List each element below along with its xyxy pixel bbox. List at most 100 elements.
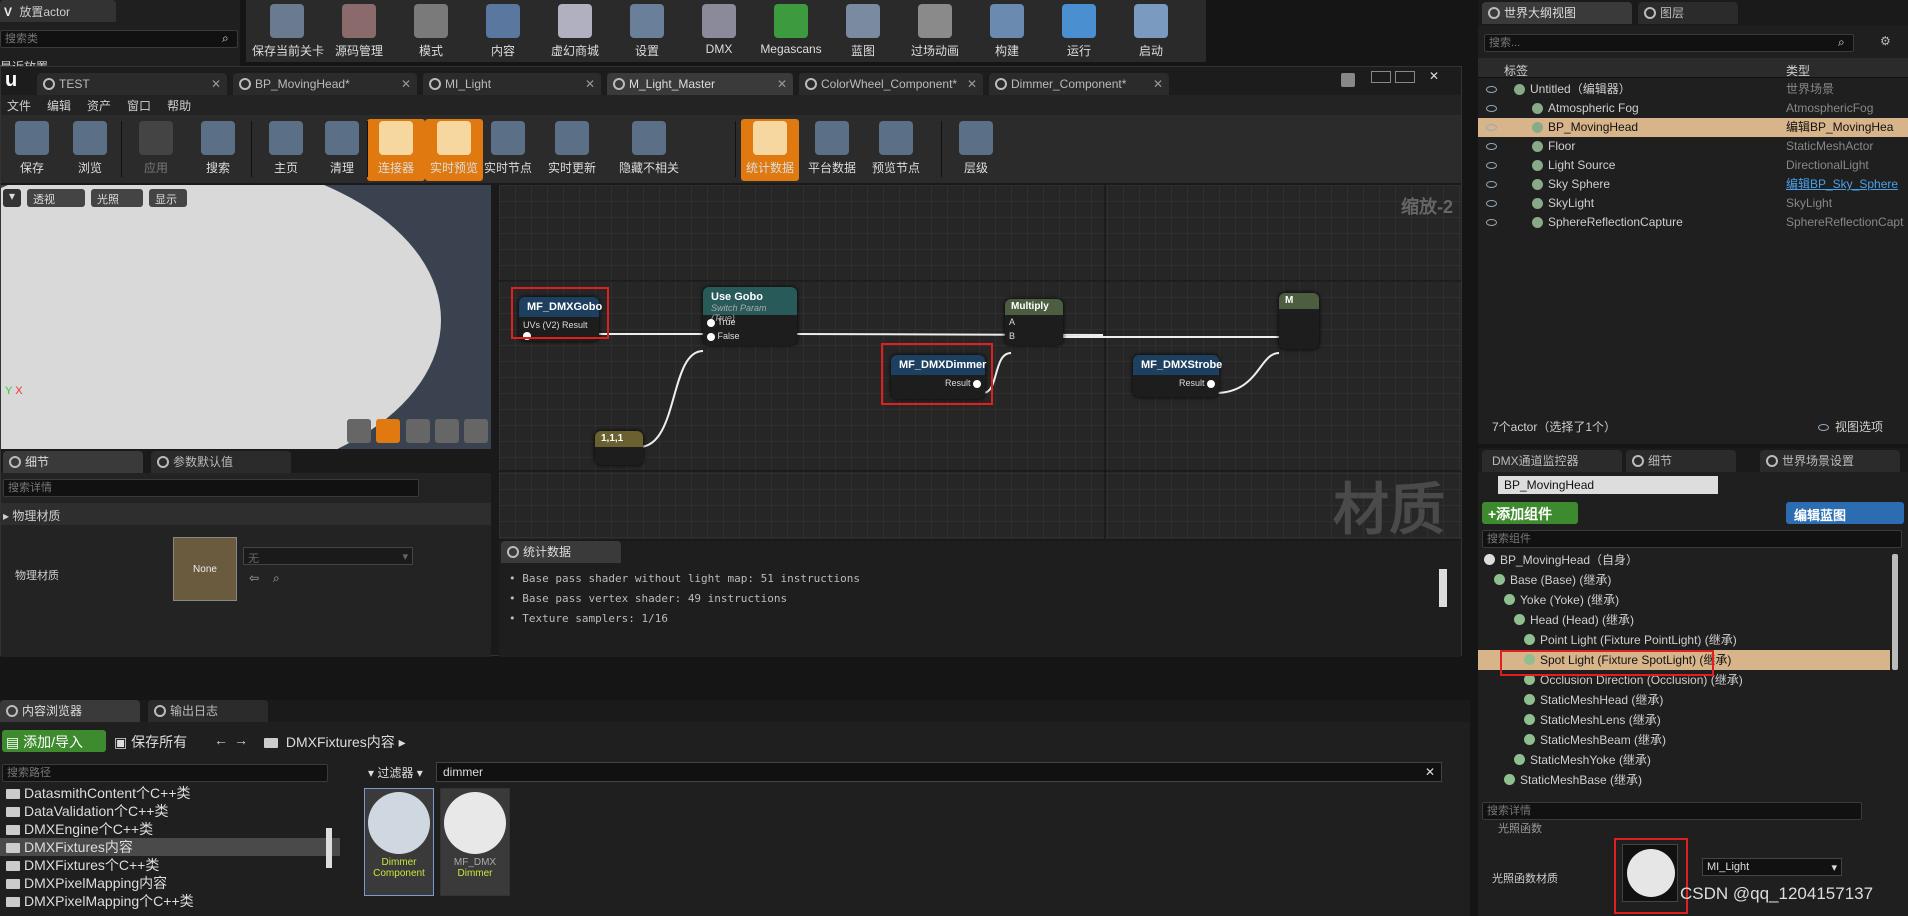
col-label[interactable]: 标签 xyxy=(1504,62,1528,79)
outliner-row[interactable]: SphereReflectionCapture SphereReflectionC… xyxy=(1478,213,1908,232)
window-close-button[interactable]: ✕ xyxy=(1419,69,1449,83)
save-all-button[interactable]: ▣ 保存所有 xyxy=(114,732,187,752)
folder-item[interactable]: DMXEngine个C++类 xyxy=(0,820,340,838)
visibility-eye-icon[interactable] xyxy=(1486,86,1497,93)
node-mf-dmxstrobe[interactable]: MF_DMXStrobe Result xyxy=(1133,355,1222,397)
tab-layers[interactable]: 图层 xyxy=(1638,2,1738,24)
lit-button[interactable]: 光照 xyxy=(91,189,143,207)
perspective-button[interactable]: 透视 xyxy=(27,189,85,207)
component-row[interactable]: Point Light (Fixture PointLight) (继承) xyxy=(1478,630,1890,650)
material-tool-button[interactable]: 层级 xyxy=(947,119,1005,181)
tab-details[interactable]: 细节 xyxy=(1626,450,1736,472)
material-tool-button[interactable]: 保存 xyxy=(3,119,61,181)
editor-tab[interactable]: M_Light_Master ✕ xyxy=(607,73,793,95)
component-row[interactable]: Head (Head) (继承) xyxy=(1478,610,1890,630)
outliner-row[interactable]: Untitled（编辑器） 世界场景 xyxy=(1478,80,1908,99)
visibility-eye-icon[interactable] xyxy=(1486,105,1497,112)
mesh-icon[interactable] xyxy=(464,419,489,443)
component-row[interactable]: StaticMeshHead (继承) xyxy=(1478,690,1890,710)
content-button[interactable]: 内容 xyxy=(468,2,538,58)
filter-button[interactable]: ▾ 过滤器 ▾ xyxy=(368,764,423,781)
search-icon[interactable]: ⌕ xyxy=(1838,35,1845,50)
editor-tab[interactable]: ColorWheel_Component* ✕ xyxy=(799,73,983,95)
material-tool-button[interactable]: 浏览 xyxy=(61,119,119,181)
viewport-options-button[interactable]: ▾ xyxy=(3,189,21,207)
node-constant-1-1-1[interactable]: 1,1,1 xyxy=(595,431,643,465)
components-search[interactable]: 搜索组件 xyxy=(1482,530,1902,548)
source-control-button[interactable]: 源码管理 xyxy=(324,2,394,58)
marketplace-button[interactable]: 虚幻商城 xyxy=(540,2,610,58)
forward-button[interactable]: → xyxy=(234,732,248,748)
search-icon[interactable]: ⌕ xyxy=(273,571,280,586)
outliner-row[interactable]: Floor StaticMeshActor xyxy=(1478,137,1908,156)
settings-button[interactable]: 设置 xyxy=(612,2,682,58)
close-icon[interactable]: ✕ xyxy=(777,73,787,95)
menu-item[interactable]: 资产 xyxy=(87,99,111,113)
editor-tab[interactable]: MI_Light ✕ xyxy=(423,73,601,95)
visibility-eye-icon[interactable] xyxy=(1486,200,1497,207)
material-tool-button[interactable]: 主页 xyxy=(257,119,315,181)
visibility-eye-icon[interactable] xyxy=(1486,143,1497,150)
asset-tile[interactable]: Dimmer Component xyxy=(364,788,434,896)
node-multiply[interactable]: Multiply A B xyxy=(1005,299,1063,345)
outliner-row[interactable]: Light Source DirectionalLight xyxy=(1478,156,1908,175)
material-tool-button[interactable]: 搜索 xyxy=(189,119,247,181)
plane-icon[interactable] xyxy=(405,419,430,443)
view-options-button[interactable]: 视图选项 xyxy=(1818,418,1883,435)
tab-dmx-monitor[interactable]: DMX通道监控器 xyxy=(1482,450,1622,472)
folder-item[interactable]: DataValidation个C++类 xyxy=(0,802,340,820)
asset-tile[interactable]: MF_DMX Dimmer xyxy=(440,788,510,896)
blueprints-button[interactable]: 蓝图 xyxy=(828,2,898,58)
edit-blueprint-button[interactable]: 编辑蓝图 xyxy=(1786,502,1904,524)
tab-content-browser[interactable]: 内容浏览器 xyxy=(0,700,140,722)
menu-item[interactable]: 文件 xyxy=(7,99,31,113)
component-row[interactable]: StaticMeshBase (继承) xyxy=(1478,770,1890,790)
tab-param-defaults[interactable]: 参数默认值 xyxy=(151,451,291,473)
cinematics-button[interactable]: 过场动画 xyxy=(900,2,970,58)
component-row[interactable]: Base (Base) (继承) xyxy=(1478,570,1890,590)
col-type[interactable]: 类型 xyxy=(1786,62,1810,79)
components-scrollbar[interactable] xyxy=(1892,554,1898,670)
clear-search-icon[interactable]: ✕ xyxy=(1425,765,1435,779)
editor-tab[interactable]: Dimmer_Component* ✕ xyxy=(989,73,1169,95)
visibility-eye-icon[interactable] xyxy=(1486,181,1497,188)
close-icon[interactable]: ✕ xyxy=(585,73,595,95)
back-button[interactable]: ← xyxy=(214,732,228,748)
launch-button[interactable]: 启动 xyxy=(1116,2,1186,58)
outliner-row[interactable]: Atmospheric Fog AtmosphericFog xyxy=(1478,99,1908,118)
menu-item[interactable]: 窗口 xyxy=(127,99,151,113)
folder-item[interactable]: DMXPixelMapping个C++类 xyxy=(0,892,340,910)
cylinder-icon[interactable] xyxy=(347,419,371,443)
material-tool-button[interactable]: 实时预览 xyxy=(425,119,483,181)
visibility-eye-icon[interactable] xyxy=(1486,162,1497,169)
add-component-button[interactable]: +添加组件 xyxy=(1482,502,1578,524)
component-row[interactable]: StaticMeshBeam (继承) xyxy=(1478,730,1890,750)
close-icon[interactable]: ✕ xyxy=(401,73,411,95)
output-pin[interactable] xyxy=(1207,379,1215,388)
details-search[interactable]: 搜索详情 xyxy=(3,479,419,497)
stats-scrollbar[interactable] xyxy=(1439,569,1447,607)
editor-tab[interactable]: BP_MovingHead* ✕ xyxy=(233,73,417,95)
breadcrumb[interactable]: DMXFixtures内容 ▸ xyxy=(264,732,406,752)
show-button[interactable]: 显示 xyxy=(149,189,187,207)
folder-item[interactable]: DMXFixtures个C++类 xyxy=(0,856,340,874)
visibility-eye-icon[interactable] xyxy=(1486,219,1497,226)
dmx-button[interactable]: DMX xyxy=(684,2,754,58)
menu-item[interactable]: 编辑 xyxy=(47,99,71,113)
physmat-dropdown[interactable]: 无 ▾ xyxy=(243,547,413,565)
tab-world-outliner[interactable]: 世界大纲视图 xyxy=(1482,2,1632,24)
outliner-row[interactable]: Sky Sphere 编辑BP_Sky_Sphere xyxy=(1478,175,1908,194)
material-tool-button[interactable]: 实时更新 xyxy=(543,119,601,181)
details-search[interactable]: 搜索详情 xyxy=(1482,802,1862,820)
light-function-dropdown[interactable]: MI_Light ▾ xyxy=(1702,858,1842,876)
component-row[interactable]: BP_MovingHead（自身） xyxy=(1478,550,1890,570)
outliner-type[interactable]: 编辑BP_MovingHea xyxy=(1786,118,1908,137)
outliner-row[interactable]: BP_MovingHead 编辑BP_MovingHea xyxy=(1478,118,1908,137)
material-tool-button[interactable]: 隐藏不相关 xyxy=(609,119,689,181)
save-current-button[interactable]: 保存当前关卡 xyxy=(252,2,324,58)
outliner-type[interactable]: 编辑BP_Sky_Sphere xyxy=(1786,175,1908,194)
material-graph[interactable]: 缩放-2 材质 MF_DMXGobo UVs (V2) Result Use G… xyxy=(499,185,1461,539)
tab-stats[interactable]: 统计数据 xyxy=(501,541,621,563)
tab-options-icon[interactable] xyxy=(1341,73,1355,87)
folder-item[interactable]: DMXPixelMapping内容 xyxy=(0,874,340,892)
